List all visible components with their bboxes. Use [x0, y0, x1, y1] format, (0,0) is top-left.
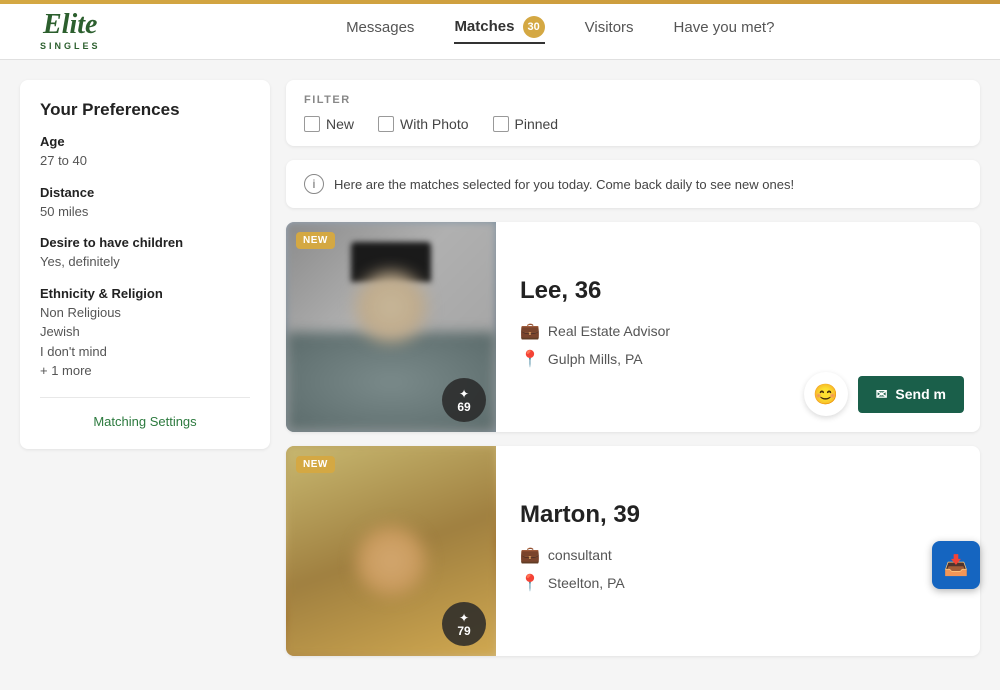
- pref-children-value: Yes, definitely: [40, 252, 250, 272]
- nav-item-messages[interactable]: Messages: [346, 19, 414, 40]
- pref-age-label: Age: [40, 134, 250, 149]
- filter-pinned-label: Pinned: [515, 116, 559, 132]
- card-name-marton[interactable]: Marton, 39: [520, 501, 960, 529]
- filter-new-checkbox[interactable]: [304, 116, 320, 132]
- nav-item-matches[interactable]: Matches 30: [454, 16, 544, 44]
- pref-distance-label: Distance: [40, 185, 250, 200]
- profile-card-lee: NEW ✦ 69 Lee, 36 💼 Real Estate Advisor 📍…: [286, 222, 980, 432]
- card-new-badge-marton: NEW: [296, 456, 335, 473]
- filter-options: New With Photo Pinned: [304, 116, 962, 132]
- filter-new[interactable]: New: [304, 116, 354, 132]
- sidebar-divider: [40, 397, 250, 398]
- matching-settings-link[interactable]: Matching Settings: [40, 414, 250, 429]
- card-image-marton[interactable]: NEW ✦ 79: [286, 446, 496, 656]
- sidebar: Your Preferences Age 27 to 40 Distance 5…: [20, 80, 270, 449]
- card-location-marton: 📍 Steelton, PA: [520, 573, 960, 593]
- logo[interactable]: Elite SINGLES: [40, 9, 101, 51]
- filter-bar: FILTER New With Photo Pinned: [286, 80, 980, 146]
- pref-ethnicity: Ethnicity & Religion Non ReligiousJewish…: [40, 286, 250, 381]
- briefcase-icon-lee: 💼: [520, 321, 540, 341]
- card-location-text-marton: Steelton, PA: [548, 575, 625, 591]
- info-banner-text: Here are the matches selected for you to…: [334, 177, 794, 192]
- info-icon: i: [304, 174, 324, 194]
- location-icon-lee: 📍: [520, 349, 540, 369]
- card-image-lee[interactable]: NEW ✦ 69: [286, 222, 496, 432]
- card-job-marton: 💼 consultant: [520, 545, 960, 565]
- score-number-lee: 69: [457, 401, 470, 413]
- location-icon-marton: 📍: [520, 573, 540, 593]
- score-number-marton: 79: [457, 625, 470, 637]
- logo-text: Elite: [43, 9, 97, 41]
- sidebar-title: Your Preferences: [40, 100, 250, 120]
- card-new-badge-lee: NEW: [296, 232, 335, 249]
- pref-children-label: Desire to have children: [40, 235, 250, 250]
- card-score-lee: ✦ 69: [442, 378, 486, 422]
- logo-sub: SINGLES: [40, 41, 101, 51]
- card-job-text-marton: consultant: [548, 547, 612, 563]
- pref-age: Age 27 to 40: [40, 134, 250, 171]
- widget-icon: 📥: [944, 553, 969, 578]
- pref-distance-value: 50 miles: [40, 202, 250, 222]
- score-icon-marton: ✦: [459, 611, 469, 625]
- send-label-lee: Send m: [895, 386, 946, 402]
- nav-item-matches-label: Matches: [454, 17, 514, 34]
- card-name-lee[interactable]: Lee, 36: [520, 277, 960, 305]
- pref-age-value: 27 to 40: [40, 151, 250, 171]
- filter-new-label: New: [326, 116, 354, 132]
- filter-photo-label: With Photo: [400, 116, 468, 132]
- pref-ethnicity-label: Ethnicity & Religion: [40, 286, 250, 301]
- floating-widget[interactable]: 📥: [932, 541, 980, 589]
- card-actions-lee: 😊 ✉ Send m: [804, 372, 964, 416]
- filter-pinned-checkbox[interactable]: [493, 116, 509, 132]
- matches-badge: 30: [523, 16, 545, 38]
- filter-label: FILTER: [304, 94, 962, 106]
- main-layout: Your Preferences Age 27 to 40 Distance 5…: [0, 60, 1000, 690]
- main-nav: Messages Matches 30 Visitors Have you me…: [346, 16, 774, 44]
- pref-ethnicity-value: Non ReligiousJewishI don't mind+ 1 more: [40, 303, 250, 381]
- card-location-text-lee: Gulph Mills, PA: [548, 351, 643, 367]
- card-location-lee: 📍 Gulph Mills, PA: [520, 349, 960, 369]
- nav-item-haveyoumet[interactable]: Have you met?: [674, 19, 775, 40]
- briefcase-icon-marton: 💼: [520, 545, 540, 565]
- send-button-lee[interactable]: ✉ Send m: [858, 376, 964, 413]
- profile-card-marton: NEW ✦ 79 Marton, 39 💼 consultant 📍 Steel…: [286, 446, 980, 656]
- score-icon-lee: ✦: [459, 387, 469, 401]
- card-job-text-lee: Real Estate Advisor: [548, 323, 670, 339]
- filter-photo-checkbox[interactable]: [378, 116, 394, 132]
- card-job-lee: 💼 Real Estate Advisor: [520, 321, 960, 341]
- filter-with-photo[interactable]: With Photo: [378, 116, 468, 132]
- nav-item-visitors[interactable]: Visitors: [585, 19, 634, 40]
- content-area: FILTER New With Photo Pinned i Here are …: [286, 80, 980, 670]
- filter-pinned[interactable]: Pinned: [493, 116, 559, 132]
- top-bar: [0, 0, 1000, 4]
- card-info-marton: Marton, 39 💼 consultant 📍 Steelton, PA: [496, 446, 980, 656]
- header: Elite SINGLES Messages Matches 30 Visito…: [0, 0, 1000, 60]
- pref-distance: Distance 50 miles: [40, 185, 250, 222]
- pref-children: Desire to have children Yes, definitely: [40, 235, 250, 272]
- info-banner: i Here are the matches selected for you …: [286, 160, 980, 208]
- send-icon-lee: ✉: [876, 386, 888, 403]
- smile-button-lee[interactable]: 😊: [804, 372, 848, 416]
